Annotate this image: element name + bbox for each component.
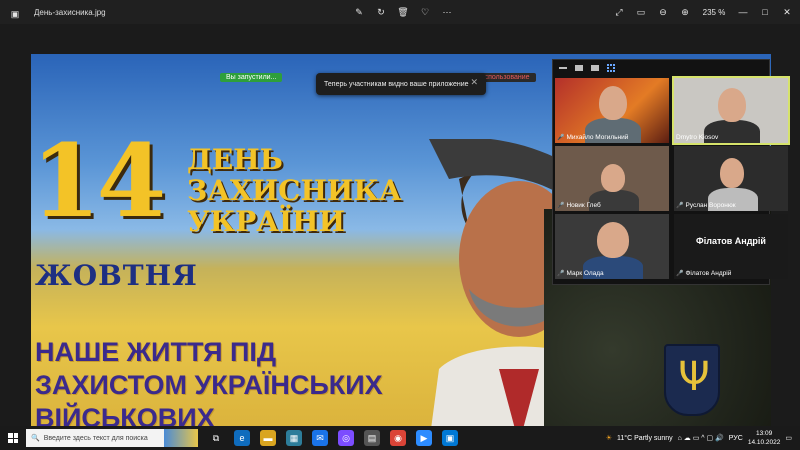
photos-icon[interactable]: ▣	[442, 430, 458, 446]
toast-message: Теперь участникам видно ваше приложение	[324, 80, 469, 88]
search-placeholder: Введите здесь текст для поиска	[43, 434, 148, 442]
taskbar: 🔍 Введите здесь текст для поиска ⧉ e ▬ ▦…	[0, 426, 800, 450]
store-icon[interactable]: ▦	[286, 430, 302, 446]
search-highlight-thumbnail[interactable]	[164, 429, 198, 447]
sharing-status[interactable]: Вы запустили...	[220, 72, 283, 82]
title-bar: ▣ День-захисника.jpg ✎ ↻ 🗑 ♡ ⋯ ⤢ ▭ ⊖ ⊕ 2…	[0, 0, 800, 24]
gallery-toolbar	[553, 60, 769, 76]
participant-tile[interactable]: 🎤 Марк Олада	[555, 214, 669, 279]
mic-muted-icon: 🎤	[557, 271, 565, 277]
taskbar-search[interactable]: 🔍 Введите здесь текст для поиска	[26, 429, 166, 447]
notifications-icon[interactable]: ▭	[785, 434, 792, 442]
mic-muted-icon: 🎤	[676, 203, 684, 209]
poster-title-line: ДЕНЬ	[187, 143, 283, 176]
poster-title-line: ЗАХИСНИКА	[187, 174, 402, 207]
minimize-icon[interactable]: —	[736, 5, 750, 19]
edit-icon[interactable]: ✎	[352, 5, 366, 19]
notepad-icon[interactable]: ▤	[364, 430, 380, 446]
poster-motto-line: НАШЕ ЖИТТЯ ПІД	[35, 337, 277, 367]
chrome-icon[interactable]: ◉	[390, 430, 406, 446]
system-tray: ☀ 11°C Partly sunny ⌂ ☁ ▭ ^ ▢ 🔊 РУС 13:0…	[606, 426, 792, 450]
search-icon: 🔍	[31, 435, 40, 442]
close-icon[interactable]: ✕	[780, 5, 794, 19]
poster-motto-line: ЗАХИСТОМ УКРАЇНСЬКИХ	[35, 370, 383, 400]
participant-display-name: Філатов Андрій	[696, 236, 766, 246]
fit-window-icon[interactable]: ▭	[634, 5, 648, 19]
participant-tile[interactable]: Dmytro Kiosov	[672, 76, 790, 145]
poster-month: ЖОВТНЯ	[35, 259, 198, 292]
mic-muted-icon: 🎤	[676, 271, 684, 277]
zoom-icon[interactable]: ▶	[416, 430, 432, 446]
participant-name: 🎤 Філатов Андрій	[676, 270, 732, 277]
participant-tile[interactable]: 🎤 Руслан Воронюк	[674, 146, 788, 211]
start-button[interactable]	[0, 426, 26, 450]
speaker-view-icon[interactable]	[591, 65, 599, 71]
clock[interactable]: 13:09 14.10.2022	[748, 429, 781, 447]
poster-title: ДЕНЬ ЗАХИСНИКА УКРАЇНИ	[187, 144, 402, 237]
windows-logo-icon	[8, 433, 18, 443]
participant-tile[interactable]: 🎤 Новик Глеб	[555, 146, 669, 211]
mail-icon[interactable]: ✉	[312, 430, 328, 446]
gallery-view-icon[interactable]	[575, 65, 583, 71]
share-toast: Теперь участникам видно ваше приложение …	[316, 73, 486, 95]
participant-name: Dmytro Kiosov	[676, 134, 719, 141]
maximize-icon[interactable]: □	[758, 5, 772, 19]
participant-name: 🎤 Марк Олада	[557, 270, 604, 277]
edge-icon[interactable]: e	[234, 430, 250, 446]
rotate-icon[interactable]: ↻	[374, 5, 388, 19]
fullscreen-icon[interactable]: ⤢	[612, 5, 626, 19]
photo-app-icon: ▣	[10, 9, 20, 19]
zoom-out-icon[interactable]: ⊖	[656, 5, 670, 19]
favorite-heart-icon[interactable]: ♡	[418, 5, 432, 19]
trident-patch: Ψ	[664, 344, 720, 416]
poster-motto: НАШЕ ЖИТТЯ ПІД ЗАХИСТОМ УКРАЇНСЬКИХ ВІЙС…	[35, 336, 383, 435]
minimize-gallery-icon[interactable]	[559, 67, 567, 69]
zoom-in-icon[interactable]: ⊕	[678, 5, 692, 19]
participant-name: 🎤 Михайло Могильний	[557, 134, 629, 141]
weather-text[interactable]: 11°C Partly sunny	[617, 435, 673, 442]
browser-icon[interactable]: ◎	[338, 430, 354, 446]
task-view-icon[interactable]: ⧉	[208, 430, 224, 446]
participant-tile[interactable]: 🎤 Михайло Могильний	[555, 78, 669, 143]
language-indicator[interactable]: РУС	[729, 435, 743, 442]
delete-icon[interactable]: 🗑	[396, 5, 410, 19]
mic-muted-icon: 🎤	[557, 203, 565, 209]
tray-icons[interactable]: ⌂ ☁ ▭ ^ ▢ 🔊	[678, 434, 724, 442]
poster-date-number: 14	[31, 122, 166, 240]
toast-close-icon[interactable]: ✕	[470, 77, 478, 88]
zoom-level: 235 %	[702, 7, 726, 17]
participant-name: 🎤 Новик Глеб	[557, 202, 601, 209]
weather-icon[interactable]: ☀	[606, 434, 612, 442]
participants-gallery: 🎤 Михайло Могильний Dmytro Kiosov 🎤 Новик …	[552, 59, 790, 285]
file-explorer-icon[interactable]: ▬	[260, 430, 276, 446]
poster-title-line: УКРАЇНИ	[187, 205, 346, 238]
grid-view-icon[interactable]	[607, 64, 615, 72]
mic-muted-icon: 🎤	[557, 135, 565, 141]
trident-icon: Ψ	[678, 354, 710, 400]
more-options-icon[interactable]: ⋯	[440, 5, 454, 19]
window-title: День-захисника.jpg	[34, 8, 106, 17]
participant-tile[interactable]: Філатов Андрій 🎤 Філатов Андрій	[674, 214, 788, 279]
clock-date: 14.10.2022	[747, 439, 781, 446]
participant-name: 🎤 Руслан Воронюк	[676, 202, 736, 209]
image-viewer: 14 ДЕНЬ ЗАХИСНИКА УКРАЇНИ ЖОВТНЯ НАШЕ ЖИ…	[0, 24, 800, 444]
clock-time: 13:09	[755, 430, 773, 437]
